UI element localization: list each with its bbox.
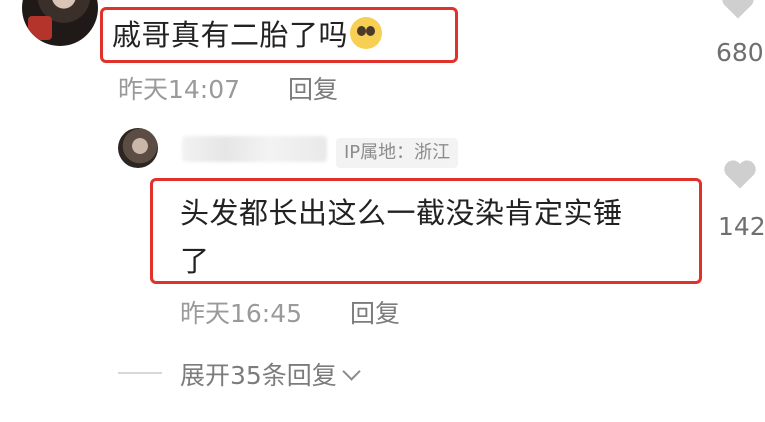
reply-button[interactable]: 回复 bbox=[288, 70, 338, 106]
reply-time: 昨天16:45 bbox=[180, 299, 303, 328]
reply-avatar[interactable] bbox=[118, 128, 158, 168]
chevron-down-icon bbox=[342, 362, 361, 381]
reply-reply-button[interactable]: 回复 bbox=[350, 294, 400, 330]
ip-location-tag: IP属地：浙江 bbox=[336, 138, 459, 168]
like-count: 680 bbox=[716, 38, 764, 67]
pleading-face-emoji-icon bbox=[350, 17, 383, 49]
reply-text-line1: 头发都长出这么一截没染肯定实锤 bbox=[180, 196, 623, 230]
reply-text-line2: 了 bbox=[180, 244, 210, 278]
reply-like-count: 142 bbox=[718, 212, 765, 241]
reply-like-heart-icon[interactable] bbox=[722, 158, 758, 190]
commenter-avatar[interactable] bbox=[22, 0, 98, 46]
reply-username-blurred[interactable] bbox=[182, 136, 327, 162]
expand-replies-button[interactable]: 展开35条回复 bbox=[180, 356, 361, 392]
expand-divider bbox=[118, 372, 162, 374]
comment-text: 戚哥真有二胎了吗 bbox=[112, 18, 349, 52]
expand-replies-label: 展开35条回复 bbox=[180, 361, 337, 390]
comment-time: 昨天14:07 bbox=[118, 75, 241, 104]
like-heart-icon[interactable] bbox=[720, 0, 756, 20]
comment-text-row: 戚哥真有二胎了吗 bbox=[112, 12, 383, 54]
